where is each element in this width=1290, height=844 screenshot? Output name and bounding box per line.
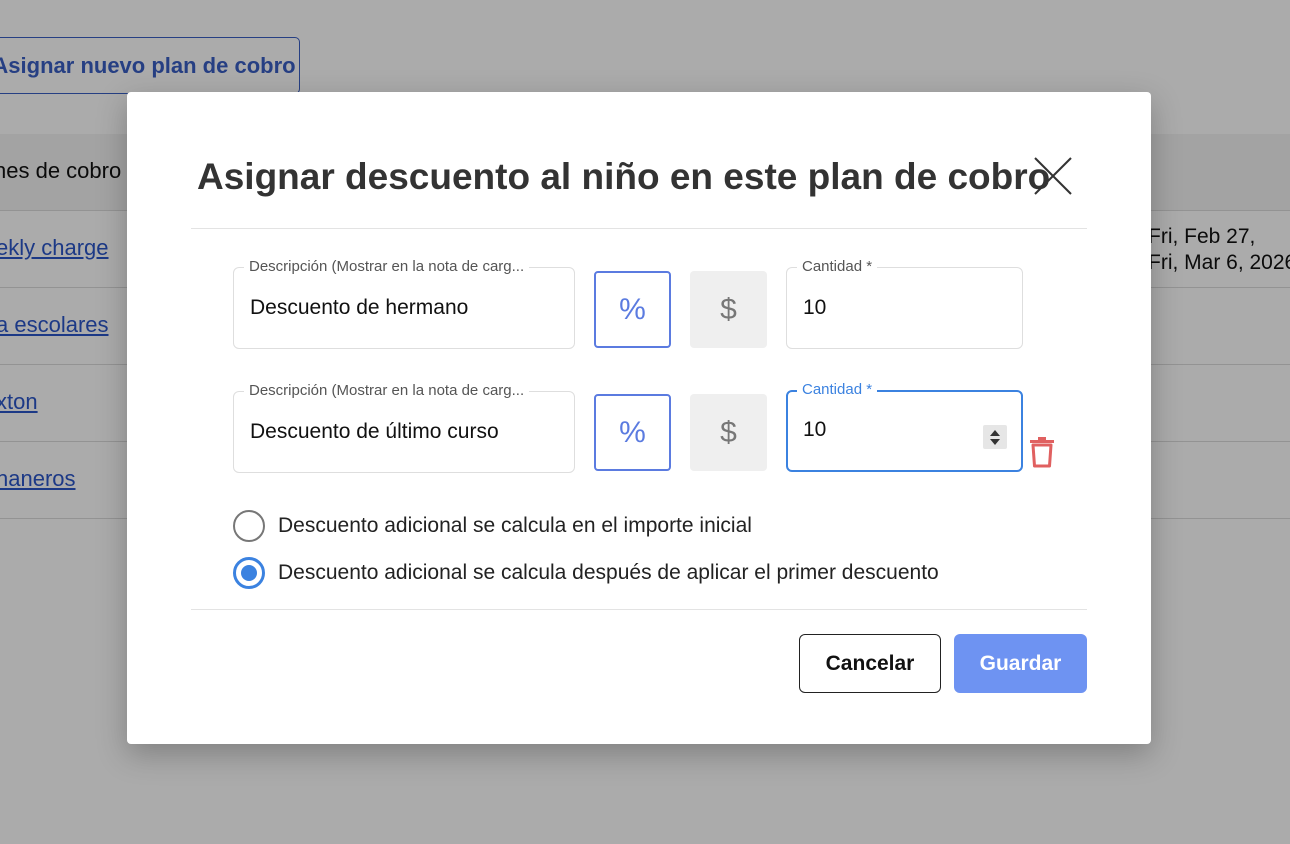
dollar-toggle[interactable]: $ (690, 394, 767, 471)
delete-discount-button[interactable] (1029, 436, 1055, 468)
radio-option-after-first-discount[interactable]: Descuento adicional se calcula después d… (233, 556, 939, 590)
amount-field[interactable]: Cantidad * (786, 258, 1023, 349)
amount-field-focused[interactable]: Cantidad * (786, 381, 1023, 472)
modal-title: Asignar descuento al niño en este plan d… (197, 156, 1051, 197)
close-button[interactable] (1031, 154, 1075, 198)
radio-checked[interactable] (233, 557, 265, 589)
discount-modal: Asignar descuento al niño en este plan d… (127, 92, 1151, 744)
header-divider (191, 228, 1087, 229)
amount-input[interactable] (803, 268, 993, 348)
cancel-button[interactable]: Cancelar (799, 634, 941, 693)
radio-unchecked[interactable] (233, 510, 265, 542)
percent-toggle[interactable]: % (594, 394, 671, 471)
stepper-up-icon[interactable] (990, 429, 1000, 436)
description-field[interactable]: Descripción (Mostrar en la nota de carg.… (233, 382, 575, 473)
radio-label: Descuento adicional se calcula después d… (278, 561, 939, 584)
dollar-toggle[interactable]: $ (690, 271, 767, 348)
footer-divider (191, 609, 1087, 610)
percent-toggle[interactable]: % (594, 271, 671, 348)
radio-option-initial-amount[interactable]: Descuento adicional se calcula en el imp… (233, 509, 752, 543)
description-input[interactable] (250, 392, 560, 472)
stepper-down-icon[interactable] (990, 438, 1000, 445)
description-field[interactable]: Descripción (Mostrar en la nota de carg.… (233, 258, 575, 349)
number-stepper[interactable] (983, 425, 1007, 449)
save-button[interactable]: Guardar (954, 634, 1087, 693)
radio-label: Descuento adicional se calcula en el imp… (278, 514, 752, 537)
close-icon (1034, 157, 1072, 195)
description-input[interactable] (250, 268, 560, 348)
amount-input[interactable] (803, 391, 963, 469)
trash-icon (1030, 437, 1054, 468)
